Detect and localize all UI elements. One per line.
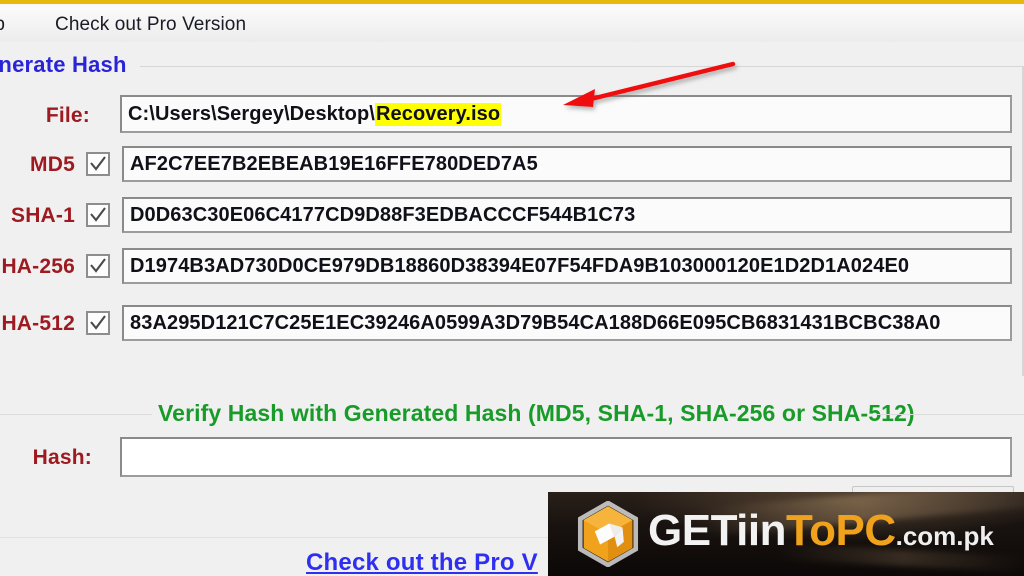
check-icon [90, 207, 106, 222]
file-name-highlighted: Recovery.iso [374, 102, 502, 126]
md5-value-input[interactable]: AF2C7EE7B2EBEAB19E16FFE780DED7A5 [122, 146, 1012, 182]
sha512-label: HA-512 [1, 312, 75, 335]
menu-bar: lp Check out Pro Version [0, 6, 1024, 42]
sha1-value-input[interactable]: D0D63C30E06C4177CD9D88F3EDBACCCF544B1C73 [122, 197, 1012, 233]
sha256-value-input[interactable]: D1974B3AD730D0CE979DB18860D38394E07F54FD… [122, 248, 1012, 284]
hash-label: Hash: [32, 446, 92, 469]
verify-separator-left [0, 414, 152, 415]
watermark-tld: .com.pk [895, 521, 994, 551]
watermark-text: GETiinToPC.com.pk [648, 506, 994, 561]
file-path-prefix: C:\Users\Sergey\Desktop\ [128, 102, 375, 125]
sha256-checkbox[interactable] [86, 254, 110, 278]
file-label: File: [45, 104, 90, 127]
watermark-iin: iin [736, 506, 786, 555]
application-window: lp Check out Pro Version enerate Hash Fi… [0, 0, 1024, 576]
verify-hash-input[interactable] [120, 437, 1012, 477]
check-icon [90, 315, 106, 330]
box-hexagon-icon [577, 501, 639, 567]
sha512-value-input[interactable]: 83A295D121C7C25E1EC39246A0599A3D79B54CA1… [122, 305, 1012, 341]
watermark-banner: GETiinToPC.com.pk [548, 492, 1024, 576]
menu-item-check-out-pro-version[interactable]: Check out Pro Version [55, 14, 246, 36]
file-path-input[interactable]: C:\Users\Sergey\Desktop\ Recovery.iso [120, 95, 1012, 133]
check-out-pro-version-link[interactable]: Check out the Pro V [306, 549, 538, 576]
md5-label: MD5 [30, 153, 75, 176]
generate-hash-group-title: enerate Hash [0, 52, 127, 77]
sha512-checkbox[interactable] [86, 311, 110, 335]
verify-separator-right [876, 414, 1024, 415]
sha256-label: HA-256 [1, 255, 75, 278]
sha1-checkbox[interactable] [86, 203, 110, 227]
check-icon [90, 258, 106, 273]
watermark-pc: PC [835, 506, 896, 555]
md5-checkbox[interactable] [86, 152, 110, 176]
watermark-get: GET [648, 506, 737, 555]
menu-item-help[interactable]: lp [0, 14, 5, 36]
verify-hash-caption: Verify Hash with Generated Hash (MD5, SH… [158, 400, 915, 426]
check-icon [90, 156, 106, 171]
sha1-label: SHA-1 [10, 204, 75, 227]
watermark-to: To [785, 506, 836, 555]
group-separator-line [140, 66, 1024, 67]
